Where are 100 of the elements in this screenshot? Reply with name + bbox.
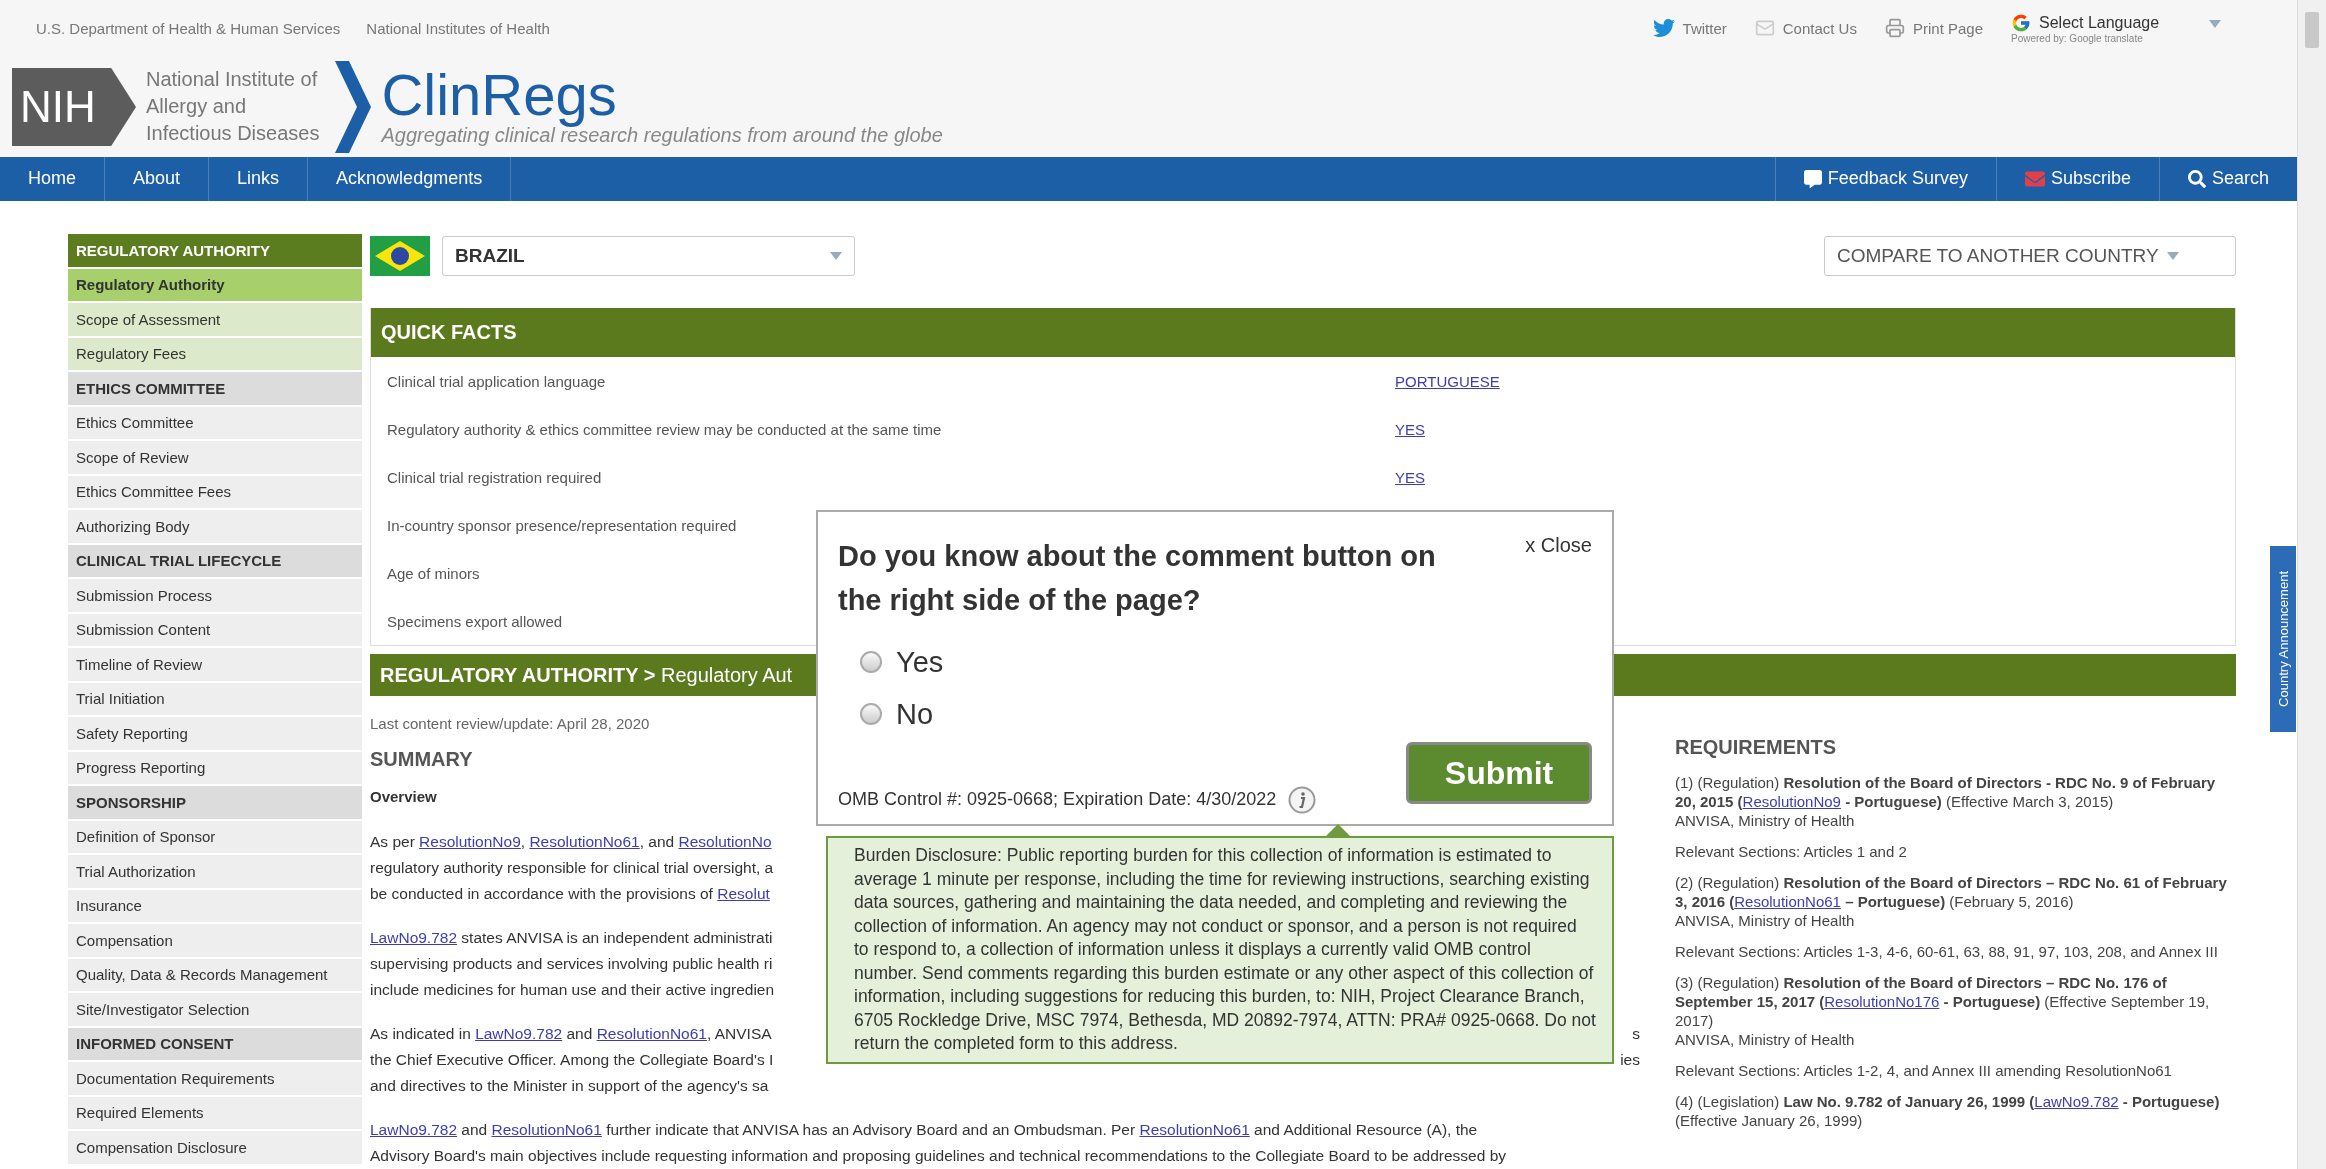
nav-link[interactable]: About: [105, 156, 210, 201]
link[interactable]: LawNo9.782: [475, 1025, 563, 1042]
nav-link[interactable]: Home: [0, 156, 105, 201]
disclosure-tooltip: Burden Disclosure: Public reporting burden for this collection of information is estimated to average 1 minute per response, including the time for reviewing instructions, searching existing data sources, gathering and maintaining the data needed, and completing and reviewing the collection of information. An agency may not conduct or sponsor, and a person is not required to respond to, a collection of information unless it displays a currently valid OMB control number. Send comments regarding this burden estimate or any other aspect of this collection of information, including suggestions for reducing this burden, to: NIH, Project Clearance Branch, 6705 Rockledge Drive, MSC 7974, Bethesda, MD 20892-7974, ATTN: PRA# 0925-0668. Do not return the completed form to this address.: [826, 836, 1614, 1064]
link[interactable]: LawNo9.782: [370, 929, 458, 946]
citation-text: (4) (Legislation) Law No. 9.782 of January 26, 1999 (LawNo9.782 - Portuguese) (Effective January 26, 1999): [1675, 1092, 2221, 1130]
sidebar-item[interactable]: Compensation Disclosure: [68, 1131, 362, 1164]
toolbar-link[interactable]: Contact Us: [1754, 18, 1857, 39]
sidebar-item[interactable]: Quality, Data & Records Management: [68, 958, 362, 991]
dialog-question: Do you know about the comment button on the right side of the page?: [838, 539, 1437, 618]
sidebar-item[interactable]: Scope of Review: [68, 441, 362, 474]
nav-link[interactable]: Feedback Survey: [1774, 156, 1996, 201]
sidebar-item[interactable]: Required Elements: [68, 1096, 362, 1129]
paragraph-text: As per ResolutionNo9, ResolutionNo61, and ResolutionNo: [370, 833, 772, 851]
link[interactable]: LawNo9.782: [2034, 1093, 2119, 1110]
relevant-sections-text: Relevant Sections: Articles 1-3, 4-6, 60-61, 63, 88, 91, 97, 103, 208, and Annex III: [1675, 942, 2219, 961]
language-select[interactable]: Select Language: [2011, 12, 2221, 33]
envelope-icon: [1754, 18, 1775, 39]
radio-button[interactable]: [860, 703, 882, 725]
paragraph-text: the Chief Executive Officer. Among the Collegiate Board's I: [370, 1051, 774, 1069]
sidebar-item[interactable]: Regulatory Authority: [68, 268, 362, 301]
link[interactable]: ResolutionNo61: [491, 1121, 602, 1138]
sidebar-item[interactable]: Regulatory Fees: [68, 337, 362, 370]
nih-logo[interactable]: NIH: [12, 67, 136, 146]
fact-label: Regulatory authority & ethics committee review may be conducted at the same time: [387, 420, 943, 438]
agency-link[interactable]: National Institutes of Health: [366, 19, 550, 37]
nav-link[interactable]: Acknowledgments: [308, 156, 512, 201]
sidebar-item[interactable]: Progress Reporting: [68, 751, 362, 784]
link[interactable]: ResolutionNo9: [419, 833, 521, 850]
close-link[interactable]: x Close: [1525, 534, 1592, 622]
link[interactable]: LawNo9.782: [370, 1121, 458, 1138]
site-name[interactable]: ClinRegs: [381, 66, 943, 125]
link[interactable]: ResolutionNo176: [1824, 993, 1940, 1010]
country-select[interactable]: BRAZIL: [442, 236, 855, 276]
citation-text: (3) (Regulation) Resolution of the Board of Directors – RDC No. 176 of September 15, 2017 (ResolutionNo176 - Portuguese) (Effective September 19, 2017) ANVISA, Ministry of Health: [1675, 973, 2211, 1049]
flag-icon: [370, 236, 430, 276]
sidebar-item[interactable]: Trial Initiation: [68, 682, 362, 715]
nav-link[interactable]: Subscribe: [1995, 156, 2159, 201]
fact-label: In-country sponsor presence/representation required: [387, 516, 738, 534]
link[interactable]: ResolutionNo9: [1742, 793, 1841, 810]
submit-button[interactable]: Submit: [1406, 742, 1592, 804]
fact-value-link[interactable]: PORTUGUESE: [1395, 372, 1500, 390]
nav-link[interactable]: Links: [209, 156, 309, 201]
info-icon[interactable]: [1288, 786, 1317, 814]
paragraph-text: regulatory authority responsible for clinical trial oversight, a: [370, 859, 774, 877]
institute-name: Infectious Diseases: [146, 121, 320, 147]
fact-value-link[interactable]: YES: [1395, 420, 1425, 438]
sidebar-heading: INFORMED CONSENT: [68, 1027, 362, 1060]
link[interactable]: ResolutionNo61: [529, 833, 640, 850]
toolbar-link[interactable]: Print Page: [1884, 18, 1983, 39]
caret-icon: [2209, 19, 2221, 28]
sidebar-item[interactable]: Ethics Committee: [68, 406, 362, 439]
sidebar-item[interactable]: Submission Content: [68, 613, 362, 646]
link[interactable]: ResolutionNo: [678, 833, 772, 850]
sidebar-item[interactable]: Authorizing Body: [68, 510, 362, 543]
printer-icon: [1884, 18, 1905, 39]
paragraph-text: LawNo9.782 and ResolutionNo61 further indicate that ANVISA has an Advisory Board and an Ombudsman. Per ResolutionNo61 and Additional Resource (A), the: [370, 1121, 1478, 1139]
sidebar-item[interactable]: Trial Authorization: [68, 855, 362, 888]
search-icon: [2187, 169, 2206, 188]
sidebar-item[interactable]: Timeline of Review: [68, 648, 362, 681]
toolbar-link[interactable]: Twitter: [1652, 17, 1727, 40]
sidebar-heading: ETHICS COMMITTEE: [68, 372, 362, 405]
sidebar-item[interactable]: Definition of Sponsor: [68, 820, 362, 853]
paragraph-text: LawNo9.782 states ANVISA is an independent administrati: [370, 929, 773, 947]
fact-label: Clinical trial application language: [387, 372, 607, 390]
compare-select[interactable]: COMPARE TO ANOTHER COUNTRY: [1824, 236, 2236, 276]
relevant-sections-text: Relevant Sections: Articles 1 and 2: [1675, 842, 1908, 861]
link[interactable]: Resolut: [717, 885, 770, 902]
caret-icon: [2166, 252, 2179, 260]
sidebar-item[interactable]: Compensation: [68, 924, 362, 957]
paragraph-text: Advisory Board's main objectives include requesting information and proposing guidelines and technical recommendations to the Collegiate Board to be addressed by: [370, 1147, 1506, 1165]
citation-text: (1) (Regulation) Resolution of the Board of Directors - RDC No. 9 of February 20, 2015 (ResolutionNo9 - Portuguese) (Effective March 3, 2015) ANVISA, Ministry of Health: [1675, 773, 2217, 830]
paragraph-text: be conducted in accordance with the provisions of Resolut: [370, 885, 770, 903]
paragraph-text: ies: [1620, 1051, 1640, 1069]
section-title: REQUIREMENTS: [1675, 736, 1837, 759]
radio-button[interactable]: [860, 651, 882, 673]
sidebar-item[interactable]: Ethics Committee Fees: [68, 475, 362, 508]
caret-icon: [830, 252, 842, 260]
section-title: SUMMARY: [370, 748, 473, 771]
relevant-sections-text: Relevant Sections: Articles 1-2, 4, and Annex III amending ResolutionNo61: [1675, 1061, 2173, 1080]
side-tab[interactable]: Country Announcement: [2270, 546, 2296, 732]
sidebar-item[interactable]: Safety Reporting: [68, 717, 362, 750]
sidebar-item[interactable]: Scope of Assessment: [68, 303, 362, 336]
option-label: No: [896, 697, 934, 731]
sidebar-item[interactable]: Site/Investigator Selection: [68, 993, 362, 1026]
subsection-title: Overview: [370, 788, 437, 805]
speech-bubble-icon: [1803, 169, 1822, 188]
scrollbar[interactable]: [2297, 0, 2326, 1169]
paragraph-text: and directives to the Minister in support of the agency's sa: [370, 1077, 769, 1095]
sidebar-item[interactable]: Documentation Requirements: [68, 1062, 362, 1095]
agency-link[interactable]: U.S. Department of Health & Human Services: [36, 19, 341, 37]
review-date: Last content review/update: April 28, 2020: [370, 715, 650, 732]
institute-name: Allergy and: [146, 94, 248, 120]
sidebar-item[interactable]: Insurance: [68, 889, 362, 922]
fact-value-link[interactable]: YES: [1395, 468, 1425, 486]
link[interactable]: ResolutionNo61: [1139, 1121, 1250, 1138]
link[interactable]: ResolutionNo61: [596, 1025, 707, 1042]
sidebar-item[interactable]: Submission Process: [68, 579, 362, 612]
link[interactable]: ResolutionNo61: [1734, 893, 1841, 910]
section-heading: QUICK FACTS: [371, 308, 2235, 357]
